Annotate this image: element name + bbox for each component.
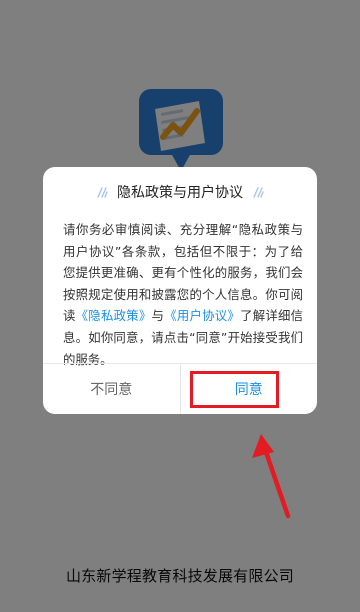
red-arrow-icon [252, 434, 291, 519]
privacy-policy-link[interactable]: 《隐私政策》 [76, 308, 152, 323]
privacy-dialog: 隐私政策与用户协议 请你务必审慎阅读、充分理解“隐私政策与用户协议”各条款，包括… [43, 167, 317, 414]
body-text-part2: 与 [151, 308, 165, 324]
disagree-button[interactable]: 不同意 [43, 364, 181, 414]
dialog-body-text: 请你务必审慎阅读、充分理解“隐私政策与用户协议”各条款，包括但不限于：为了给您提… [63, 219, 303, 370]
sparkle-left-icon [97, 187, 108, 198]
dialog-button-row: 不同意 同意 [43, 363, 317, 414]
dialog-header: 隐私政策与用户协议 [43, 181, 317, 203]
sparkle-right-icon [253, 187, 264, 198]
agree-button-label: 同意 [234, 382, 263, 398]
privacy-consent-screen: 山东新学程教育科技发展有限公司 隐私政策与用户协议 请你务必审慎阅读、充分理解“… [0, 0, 360, 612]
user-agreement-link[interactable]: 《用户协议》 [164, 308, 240, 323]
dialog-title: 隐私政策与用户协议 [117, 185, 243, 201]
agree-button[interactable]: 同意 [181, 364, 318, 414]
